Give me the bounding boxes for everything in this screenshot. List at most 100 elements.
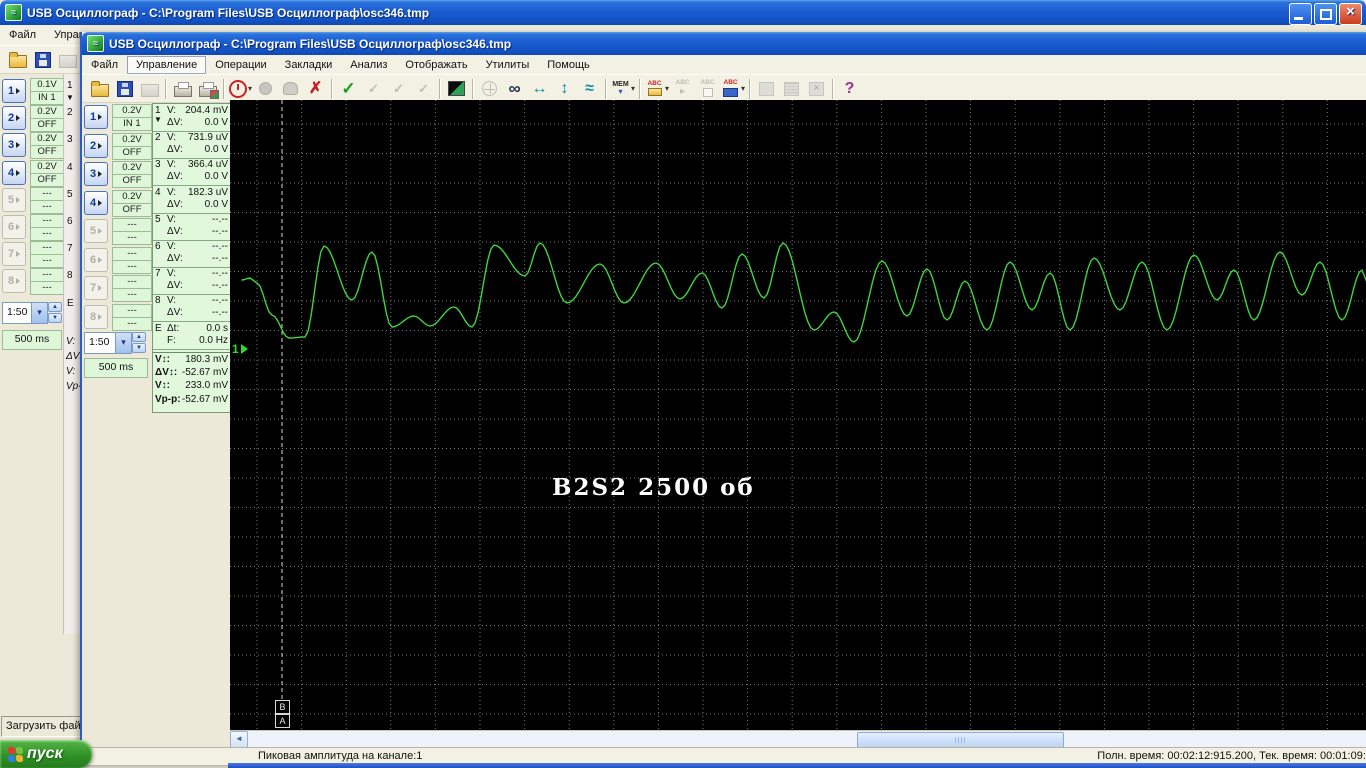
save-file-icon[interactable] xyxy=(113,77,136,100)
import-device-icon xyxy=(58,55,77,68)
channel-8-button[interactable]: 8 xyxy=(84,304,108,329)
menu-file[interactable]: Файл xyxy=(0,26,45,44)
spin-down-button[interactable]: ▼ xyxy=(132,343,146,353)
channel-5-button[interactable]: 5 xyxy=(84,219,108,243)
channel-8-settings[interactable]: --- --- xyxy=(112,303,152,331)
inner-divider-select[interactable]: 1:50 xyxy=(84,332,132,354)
dropdown-caret-icon[interactable] xyxy=(741,84,745,93)
channel-7-settings[interactable]: --- --- xyxy=(30,241,64,269)
channel-4-button[interactable]: 4 xyxy=(2,160,26,185)
channel-range-value: --- xyxy=(31,242,63,256)
restore-button[interactable] xyxy=(1314,3,1337,25)
channel-6-button[interactable]: 6 xyxy=(2,215,26,239)
menu-analysis[interactable]: Анализ xyxy=(341,56,396,74)
dropdown-caret-icon[interactable] xyxy=(631,84,635,93)
stop-icon[interactable] xyxy=(229,77,252,100)
spin-down-button[interactable]: ▼ xyxy=(48,313,62,323)
channel-2-settings[interactable]: 0.2V OFF xyxy=(30,105,64,133)
search-signal-icon[interactable] xyxy=(503,77,526,100)
text-load-icon[interactable]: ABC xyxy=(645,77,669,100)
combo-dropdown-button[interactable] xyxy=(31,303,47,323)
toolbar-separator xyxy=(639,78,642,99)
channel-7-button[interactable]: 7 xyxy=(2,242,26,267)
meas-channel-num: 6 xyxy=(155,241,161,252)
channel-1-settings[interactable]: 0.2V IN 1 xyxy=(112,104,152,131)
open-file-icon[interactable] xyxy=(6,48,29,71)
meas-channel-num: 4 xyxy=(155,186,161,198)
trigger-marker[interactable]: 1 xyxy=(232,342,248,356)
menu-bookmarks[interactable]: Закладки xyxy=(276,56,342,74)
meas-values: V: --.-- ΔV: --.-- xyxy=(167,213,231,240)
fit-vertical-icon[interactable] xyxy=(553,77,576,100)
channel-3-settings[interactable]: 0.2V OFF xyxy=(30,132,64,160)
help-icon[interactable] xyxy=(838,77,861,100)
print-image-icon[interactable] xyxy=(196,77,219,100)
channel-8-button[interactable]: 8 xyxy=(2,269,26,294)
invert-colors-icon[interactable] xyxy=(445,77,468,100)
channel-4-settings[interactable]: 0.2V OFF xyxy=(112,189,152,217)
spin-up-button[interactable]: ▲ xyxy=(48,302,62,312)
channel-6-settings[interactable]: --- --- xyxy=(112,246,152,274)
channel-1-button[interactable]: 1 xyxy=(2,79,26,103)
channel-5-settings[interactable]: --- --- xyxy=(30,186,64,214)
apply-check-icon[interactable] xyxy=(337,77,360,100)
menu-file[interactable]: Файл xyxy=(82,56,127,74)
channel-7-button[interactable]: 7 xyxy=(84,276,108,300)
close-button[interactable] xyxy=(1339,3,1362,25)
scrollbar-thumb[interactable] xyxy=(857,732,1064,748)
inner-titlebar[interactable]: USB Осциллограф - C:\Program Files\USB О… xyxy=(82,32,1366,55)
inner-divider-spinner[interactable]: ▲ ▼ xyxy=(132,332,146,353)
menu-control[interactable]: Управление xyxy=(45,26,80,44)
channel-5-settings[interactable]: --- --- xyxy=(112,218,152,245)
horizontal-scrollbar[interactable]: ◄ xyxy=(230,730,1366,749)
outer-divider-spinner[interactable]: ▲ ▼ xyxy=(48,302,62,323)
channel-arrow-icon xyxy=(98,114,103,120)
channel-6-button[interactable]: 6 xyxy=(84,247,108,272)
invert-colors-icon xyxy=(448,81,466,96)
save-file-icon[interactable] xyxy=(31,48,54,71)
delete-icon[interactable] xyxy=(304,77,327,100)
dropdown-caret-icon[interactable] xyxy=(248,84,252,93)
oscilloscope-display[interactable]: 1 B A B2S2 2500 об xyxy=(230,100,1366,730)
fit-horizontal-icon[interactable] xyxy=(528,77,551,100)
channel-5-button[interactable]: 5 xyxy=(2,187,26,212)
channel-7-settings[interactable]: --- --- xyxy=(112,275,152,302)
channel-8-settings[interactable]: --- --- xyxy=(30,268,64,296)
channel-2-button[interactable]: 2 xyxy=(84,133,108,158)
cursor-b-marker[interactable]: B xyxy=(275,700,290,714)
start-button[interactable]: пуск xyxy=(0,740,92,768)
outer-divider-select[interactable]: 1:50 xyxy=(2,302,48,324)
menu-display[interactable]: Отображать xyxy=(396,56,476,74)
channel-6-settings[interactable]: --- --- xyxy=(30,214,64,241)
text-panel-icon[interactable]: ABC xyxy=(721,77,745,100)
spin-up-button[interactable]: ▲ xyxy=(132,332,146,342)
channel-1-button[interactable]: 1 xyxy=(84,105,108,129)
channel-1-settings[interactable]: 0.1V IN 1 xyxy=(30,78,64,105)
channel-4-settings[interactable]: 0.2V OFF xyxy=(30,159,64,187)
channel-3-settings[interactable]: 0.2V OFF xyxy=(112,161,152,188)
channel-4-button[interactable]: 4 xyxy=(84,190,108,215)
channel-arrow-icon xyxy=(16,278,21,285)
combo-dropdown-button[interactable] xyxy=(115,333,131,353)
memory-icon[interactable]: MEM xyxy=(611,77,635,100)
text-load-icon: ABC xyxy=(645,79,664,98)
menu-help[interactable]: Помощь xyxy=(538,56,599,74)
autoscale-icon[interactable] xyxy=(578,77,601,100)
menu-operations[interactable]: Операции xyxy=(206,56,275,74)
print-icon[interactable] xyxy=(171,77,194,100)
dropdown-caret-icon[interactable] xyxy=(665,84,669,93)
channel-3-button[interactable]: 3 xyxy=(84,162,108,186)
cursor-a-marker[interactable]: A xyxy=(275,714,290,728)
channel-2-button[interactable]: 2 xyxy=(2,106,26,131)
open-file-icon[interactable] xyxy=(88,77,111,100)
outer-timebase[interactable]: 500 ms xyxy=(2,330,62,350)
channel-3-button[interactable]: 3 xyxy=(2,133,26,158)
menu-utilities[interactable]: Утилиты xyxy=(477,56,539,74)
cursor-meas-value: 233.0 mV xyxy=(185,380,228,392)
inner-timebase[interactable]: 500 ms xyxy=(84,358,148,378)
channel-2-settings[interactable]: 0.2V OFF xyxy=(112,132,152,160)
menu-control[interactable]: Управление xyxy=(127,55,207,74)
outer-titlebar[interactable]: USB Осциллограф - C:\Program Files\USB О… xyxy=(0,0,1366,25)
minimize-button[interactable] xyxy=(1289,3,1312,25)
meas-label: ΔV: xyxy=(167,117,183,128)
